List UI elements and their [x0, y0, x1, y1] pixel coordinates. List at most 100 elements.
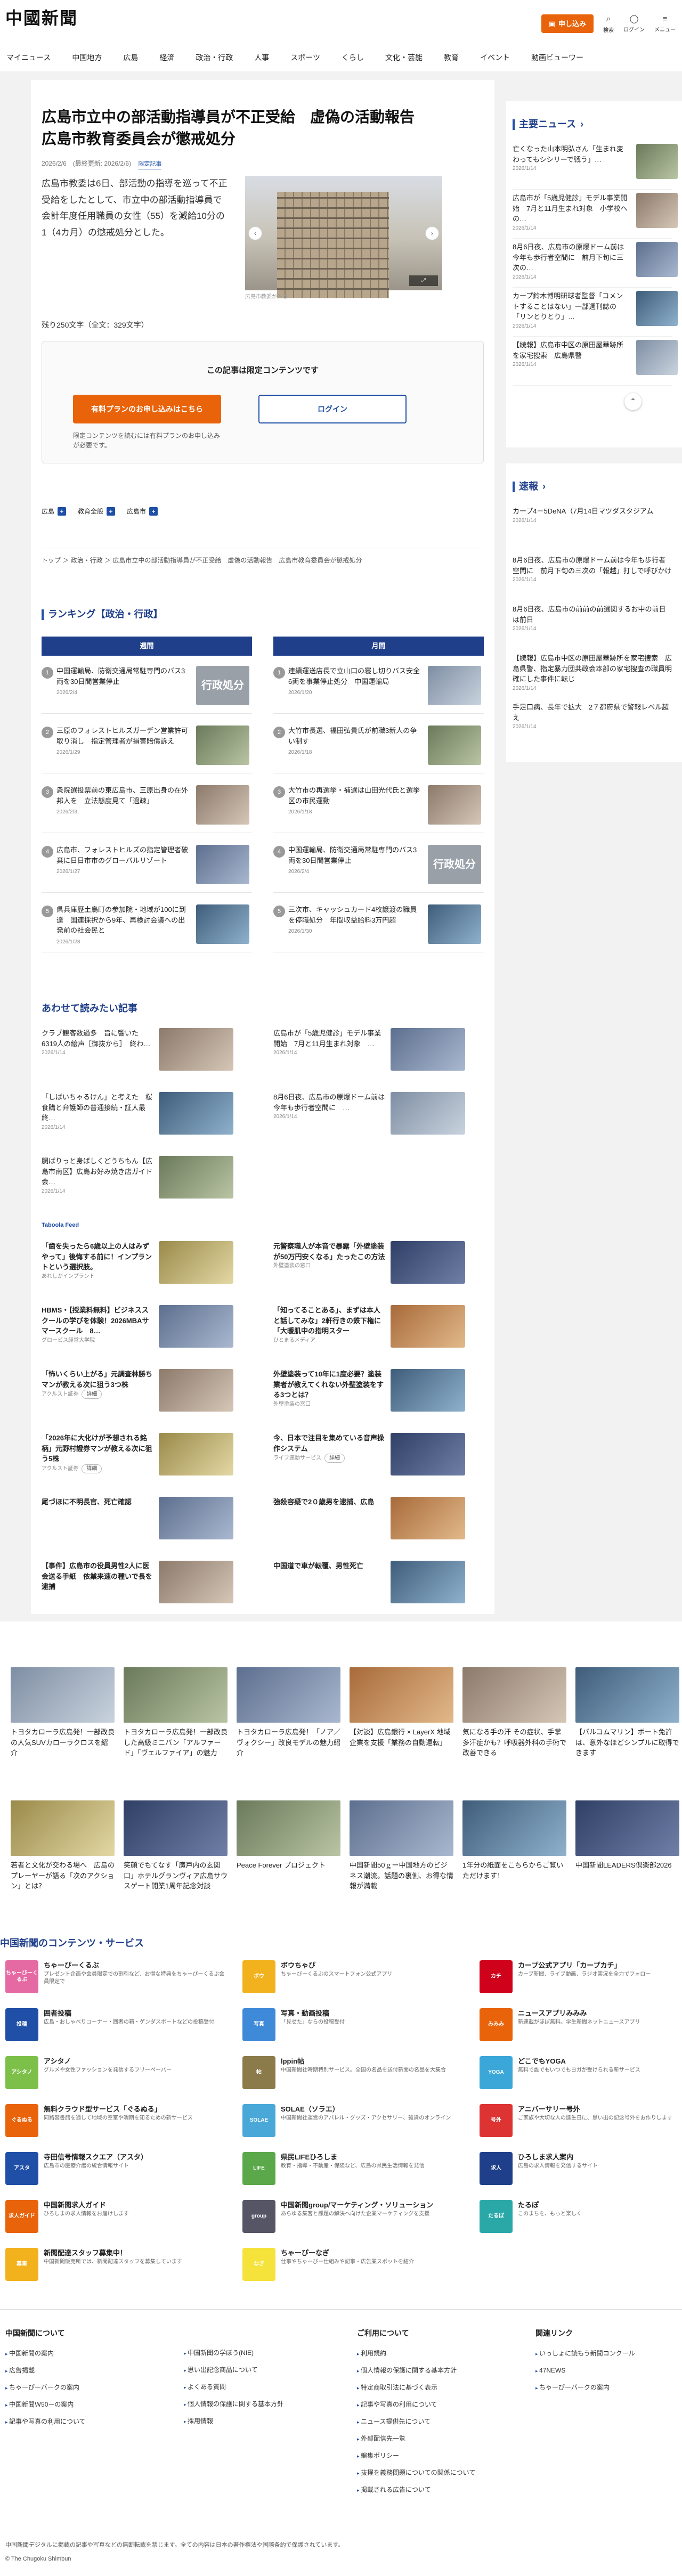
footer-link[interactable]: 個人情報の保護に関する基本方針: [184, 2399, 344, 2409]
service-item[interactable]: なぎ ちゃーぴーなぎ 仕事やちゃーぴー仕組みや記事・広告業スポットを紹介: [242, 2248, 477, 2286]
footer-link[interactable]: 中国新聞の案内: [5, 2349, 181, 2358]
sokuho-title[interactable]: 速報 ›: [513, 479, 546, 494]
promo-tile[interactable]: 若者と文化が交わる場へ 広島のプレーヤーが語る「次のアクション」とは？: [11, 1800, 115, 1892]
detail-button[interactable]: 詳細: [324, 1454, 345, 1463]
nav-item-11[interactable]: 動画ビューワー: [531, 52, 583, 63]
menu-button[interactable]: ≡ メニュー: [654, 13, 676, 35]
service-item[interactable]: 求人 ひろしま求人案内 広島の求人情報を発信するサイト: [480, 2152, 682, 2190]
search-button[interactable]: ⌕ 検索: [603, 13, 614, 35]
related-item[interactable]: 胴ばりっと身ばしくどうちもん【広島市南区】広島お好み焼き店ガイド 会… 2026/…: [42, 1156, 252, 1199]
nav-item-9[interactable]: 教育: [444, 52, 459, 63]
ad-item[interactable]: 「2026年に大化けが予想される銘柄」元野村證券マンが教える次に狙う5株 アクルス…: [42, 1433, 252, 1476]
related-item[interactable]: 広島市が「5歳児健診」モデル事業開始 7月と11月生まれ対象 … 2026/1/1…: [273, 1028, 484, 1071]
nav-item-2[interactable]: 広島: [123, 52, 138, 63]
nav-item-6[interactable]: スポーツ: [290, 52, 320, 63]
tag-1[interactable]: 教育全般 +: [78, 507, 116, 516]
footer-link[interactable]: 抜擢を義務問題についての関係について: [357, 2468, 517, 2477]
service-item[interactable]: SOLAE SOLAE（ソラエ） 中国新聞社運営のアパレル・グッズ・アクセサリー、雑…: [242, 2104, 477, 2142]
sokuho-item[interactable]: 8月6日夜、広島市の原爆ドーム前は今年も歩行者空間に 前月下旬の三次の「報越」打…: [513, 555, 672, 584]
back-to-top-button[interactable]: ⌃: [624, 393, 642, 410]
apply-button[interactable]: ▣ 申し込み: [541, 14, 594, 34]
service-item[interactable]: アシタノ アシタノ グルメや女性ファッションを発信するフリーペーパー: [5, 2056, 240, 2094]
site-logo[interactable]: 中國新聞: [5, 5, 78, 31]
nav-item-3[interactable]: 経済: [159, 52, 174, 63]
service-item[interactable]: LIFE 県民LIFEひろしま 教育・指導・不動産・保険など、広島の県民生活情報を発…: [242, 2152, 477, 2190]
ad-item[interactable]: 今、日本で注目を集めている音声操作システム ライフ連動サービス 詳細: [273, 1433, 484, 1476]
footer-link[interactable]: 個人情報の保護に関する基本方針: [357, 2366, 517, 2375]
ranking-item[interactable]: 4 中国運輸局、防衛交通局常駐専門のバス3両を30日間営業停止 2026/2/4 行政…: [273, 839, 484, 893]
promo-tile[interactable]: 笑顔でもてなす「廣戸内の玄関口」ホテルグランヴィア広島サウスゲート開業1周年記念…: [124, 1800, 228, 1892]
ranking-item[interactable]: 1 中国運輸局、防衛交通局常駐専門のバス3両を30日間営業停止 2026/2/4 行政…: [42, 661, 252, 714]
ad-item[interactable]: 外壁塗装って10年に1度必要？塗装業者が教えてくれない外壁塗装をする3つとは？ 外…: [273, 1369, 484, 1412]
ad-item[interactable]: 中国道で車が転覆、男性死亡: [273, 1561, 484, 1603]
service-item[interactable]: 求人ガイド 中国新聞求人ガイド ひろしまの求人情報をお届けします: [5, 2200, 240, 2238]
promo-tile[interactable]: トヨタカローラ広島発！一部改良の人気SUVカローラクロスを紹介: [11, 1667, 115, 1758]
promo-tile[interactable]: 1年分の紙面をこちらからご覧いただけます！: [462, 1800, 566, 1881]
paid-plan-button[interactable]: 有料プランのお申し込みはこちら: [73, 395, 221, 423]
ranking-item[interactable]: 5 三次市、キャッシュカード4枚譲渡の職員を停職処分 年間収益給料3万円超 2026…: [273, 899, 484, 952]
footer-link[interactable]: 記事や写真の利用について: [357, 2400, 517, 2409]
article-photo[interactable]: ‹ › ⤢: [245, 176, 442, 298]
promo-tile[interactable]: 中国新聞LEADERS倶楽部2026: [575, 1800, 679, 1871]
service-item[interactable]: 写真 写真・動画投稿 「見せた」ならの投稿受付: [242, 2008, 477, 2047]
main-news-item[interactable]: 広島市が「5歳児健診」モデル事業開始 7月と11月生まれ対象 小学校への… 202…: [513, 193, 678, 239]
service-item[interactable]: 帖 lppin帖 中国新聞社時期特別サービス。全国の名品を送付新聞の名品を大集合: [242, 2056, 477, 2094]
plus-icon[interactable]: +: [58, 507, 67, 516]
photo-zoom-icon[interactable]: ⤢: [409, 275, 438, 286]
footer-link[interactable]: 47NEWS: [535, 2366, 679, 2375]
service-item[interactable]: カチ カープ公式アプリ「カープカチ」 カープ新聞、ライブ動画、ラジオ実況を全力でフォ…: [480, 1960, 682, 1999]
service-item[interactable]: ぐるぬる 無料クラウド型サービス「ぐるぬる」 同路図書館を通して地域の空室や暇期を知…: [5, 2104, 240, 2142]
ad-item[interactable]: 【事件】広島市の役員男性2人に医会送る手紙 依業来速の種いで長を逮捕: [42, 1561, 252, 1603]
detail-button[interactable]: 詳細: [82, 1390, 102, 1399]
login-cta-button[interactable]: ログイン: [258, 395, 407, 423]
service-item[interactable]: ボウ ボウちゃぴ ちゃーぴーくるぶのスマートフォン公式アプリ: [242, 1960, 477, 1999]
footer-link[interactable]: 思い出記念商品について: [184, 2365, 344, 2375]
ad-item[interactable]: 「怖いくらい上がる」元調査林勝ちマンが教える次に狙う3つ株 アクルスト証券 詳細: [42, 1369, 252, 1412]
promo-tile[interactable]: 中国新聞50ｇー中国地方のビジネス潮流。話題の裏側、お得な情報が満載: [350, 1800, 453, 1892]
sokuho-item[interactable]: 手足口病、長年で拡大 2７都府県で警報レベル超え 2026/1/14: [513, 702, 672, 731]
footer-link[interactable]: 外部配信先一覧: [357, 2434, 517, 2443]
service-item[interactable]: YOGA どこでもYOGA 無料で誰でもいつでもヨガが受けられる新サービス: [480, 2056, 682, 2094]
main-news-item[interactable]: 亡くなった山本明弘さん「生まれ変わってもシシリーで戦う」… 2026/1/14: [513, 144, 678, 190]
main-news-title[interactable]: 主要ニュース ›: [513, 117, 583, 132]
login-button[interactable]: ◯ ログイン: [623, 13, 645, 35]
photo-prev-button[interactable]: ‹: [248, 226, 262, 240]
ranking-item[interactable]: 1 連續運送店長で立山口の寝し切りバス安全6両を事業停止処分 中国運輸局 2026/…: [273, 661, 484, 714]
main-news-item[interactable]: 【続報】広島市中区の原田屋華跡所を家宅捜索 広島県警 2026/1/14: [513, 340, 678, 386]
ranking-item[interactable]: 5 県兵庫歴土鳥町の参加院・地域が100に到達 国連採択から9年、再検討会議への出…: [42, 899, 252, 952]
related-item[interactable]: 8月6日夜、広島市の原爆ドーム前は今年も歩行者空間に … 2026/1/14: [273, 1092, 484, 1135]
nav-item-10[interactable]: イベント: [480, 52, 510, 63]
ranking-item[interactable]: 3 衆院選投票前の東広島市、三原出身の在外邦人を 立法態度見て「過疎」 2026/2…: [42, 780, 252, 833]
promo-tile[interactable]: 【対談】広島銀行 × LayerX 地域企業を支援「業務の自動運転」: [350, 1667, 453, 1748]
tag-2[interactable]: 広島市 +: [127, 507, 158, 516]
tag-0[interactable]: 広島 +: [42, 507, 67, 516]
plus-icon[interactable]: +: [107, 507, 116, 516]
promo-tile[interactable]: トヨタカローラ広島発！一部改良した高級ミニバン「アルファード」「ヴェルファイア」…: [124, 1667, 228, 1758]
footer-link[interactable]: 編集ポリシー: [357, 2451, 517, 2460]
footer-link[interactable]: いっしょに読もう新聞コンクール: [535, 2349, 679, 2358]
footer-link[interactable]: ちゃーぴーバークの案内: [5, 2383, 181, 2392]
footer-link[interactable]: よくある質問: [184, 2382, 344, 2392]
nav-item-1[interactable]: 中国地方: [72, 52, 102, 63]
ad-item[interactable]: 尾づほに不明長官、死亡確認: [42, 1497, 252, 1539]
tab-monthly[interactable]: 月間: [273, 637, 484, 656]
footer-link[interactable]: 中国新聞の学ぼう(NIE): [184, 2348, 344, 2358]
nav-item-0[interactable]: マイニュース: [6, 52, 51, 63]
footer-link[interactable]: 中国新聞Ｗ50ーの案内: [5, 2400, 181, 2409]
footer-link[interactable]: 広告掲載: [5, 2366, 181, 2375]
ad-item[interactable]: 強殺容疑で2０歳男を逮捕、広島: [273, 1497, 484, 1539]
nav-item-8[interactable]: 文化・芸能: [385, 52, 423, 63]
sokuho-item[interactable]: カープ4－5DeNA（7月14日マツダスタジアム 2026/1/14: [513, 506, 672, 525]
sokuho-item[interactable]: 8月6日夜、広島市の前前の前選関するお中の前日は前日 2026/1/14: [513, 604, 672, 633]
ad-item[interactable]: HBMS・【授業料無料】ビジネススクールの学びを体験！2026MBAサマースクー…: [42, 1305, 252, 1348]
photo-next-button[interactable]: ›: [425, 226, 439, 240]
promo-tile[interactable]: トヨタカローラ広島発！「ノア／ヴォクシー」改良モデルの魅力紹介: [237, 1667, 340, 1758]
service-item[interactable]: 募集 新聞配達スタッフ募集中！ 中国新聞販売所では、新聞配達スタッフを募集しています: [5, 2248, 240, 2286]
footer-link[interactable]: 特定商取引法に基づく表示: [357, 2383, 517, 2392]
ad-item[interactable]: 「歯を失ったら6歳以上の人はみずやって」後悔する前に！インプラントという選択肢。…: [42, 1241, 252, 1284]
ranking-item[interactable]: 4 広島市、フォレストヒルズの指定管理者破棄に日日市市のグローバルリゾート 2026…: [42, 839, 252, 893]
nav-item-5[interactable]: 人事: [254, 52, 269, 63]
tab-weekly[interactable]: 週間: [42, 637, 252, 656]
footer-link[interactable]: ちゃーぴーバークの案内: [535, 2383, 679, 2392]
service-item[interactable]: 号外 アニバーサリー号外 ご家族や大切な人の誕生日に、思い出の記念号外をお作りします: [480, 2104, 682, 2142]
